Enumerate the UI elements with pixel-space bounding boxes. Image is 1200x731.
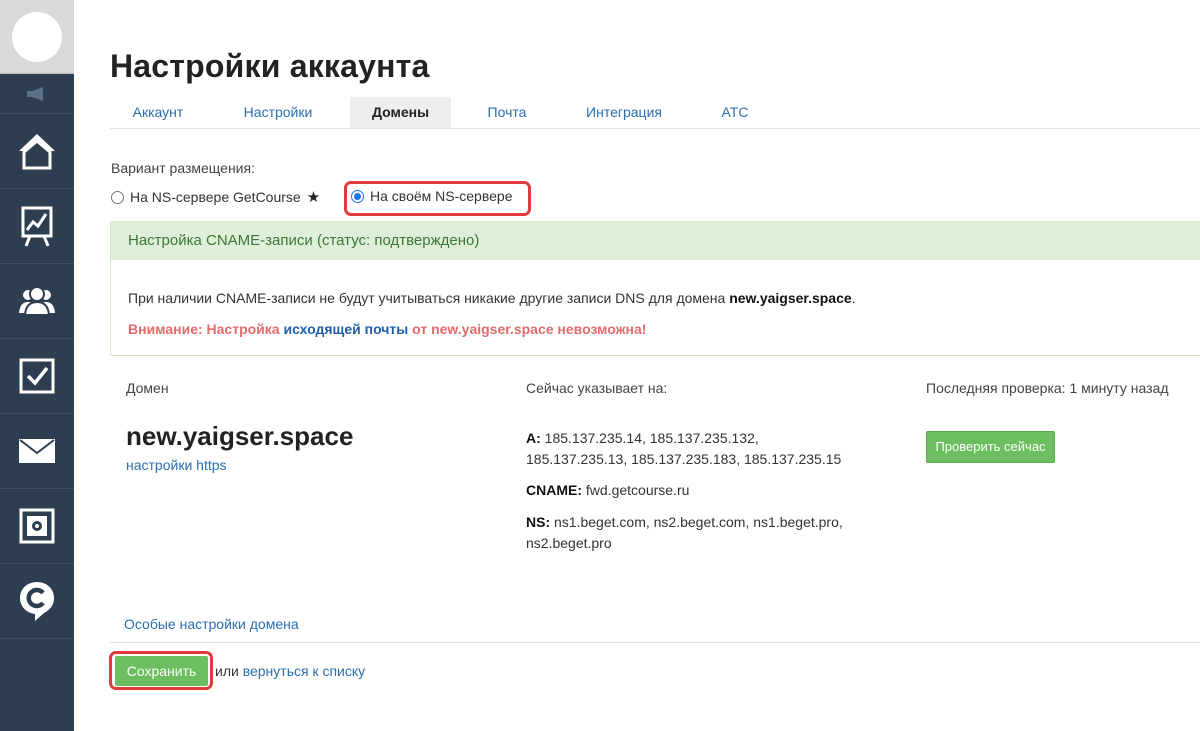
radio-label: На NS-сервере GetCourse	[130, 189, 301, 205]
checkbox-icon	[19, 358, 55, 394]
outgoing-mail-link[interactable]: исходящей почты	[283, 321, 408, 337]
tab-account[interactable]: Аккаунт	[110, 97, 206, 128]
cname-panel: Настройка CNAME-записи (статус: подтверж…	[110, 221, 1200, 356]
dns-ns-label: NS:	[526, 514, 551, 530]
check-now-button[interactable]: Проверить сейчас	[926, 431, 1055, 463]
sidebar-item-brand[interactable]	[0, 564, 74, 639]
tab-integration[interactable]: Интеграция	[565, 97, 683, 128]
divider	[110, 642, 1200, 643]
sidebar-item-mail[interactable]	[0, 414, 74, 489]
tab-bar: Аккаунт Настройки Домены Почта Интеграци…	[110, 97, 1200, 129]
dns-a-label: A:	[526, 430, 541, 446]
sidebar	[0, 0, 74, 731]
envelope-icon	[19, 439, 55, 463]
back-to-list: или вернуться к списку	[215, 663, 365, 679]
https-settings-link[interactable]: настройки https	[126, 457, 227, 473]
tab-domains[interactable]: Домены	[350, 97, 451, 128]
sidebar-profile[interactable]	[0, 0, 74, 74]
cname-header: Настройка CNAME-записи (статус: подтверж…	[111, 222, 1200, 260]
star-icon: ★	[306, 189, 321, 206]
sidebar-item-home[interactable]	[0, 114, 74, 189]
radio-own-ns[interactable]: На своём NS-сервере	[351, 188, 512, 204]
save-button[interactable]: Сохранить	[115, 656, 208, 686]
column-last-check: Последняя проверка: 1 минуту назад	[926, 380, 1169, 396]
sidebar-notifications[interactable]	[0, 74, 74, 114]
tab-pbx[interactable]: АТС	[705, 97, 765, 128]
radio-label: На своём NS-сервере	[370, 188, 513, 204]
home-icon	[19, 134, 55, 170]
placement-label: Вариант размещения:	[111, 160, 255, 176]
megaphone-icon	[27, 87, 43, 101]
sidebar-item-stats[interactable]	[0, 189, 74, 264]
or-text: или	[215, 663, 243, 679]
cname-notice-period: .	[851, 290, 856, 306]
cname-notice-domain: new.yaigser.space	[729, 290, 852, 306]
radio-button-selected[interactable]	[351, 189, 364, 203]
dns-cname-value: fwd.getcourse.ru	[585, 482, 690, 498]
cname-notice: При наличии CNAME-записи не будут учитыв…	[128, 290, 856, 306]
dns-cname-record: CNAME: fwd.getcourse.ru	[526, 480, 856, 501]
warning-text: Внимание: Настройка	[128, 321, 284, 337]
getcourse-logo-icon	[20, 582, 54, 621]
users-icon	[19, 286, 55, 316]
dns-ns-value: ns1.beget.com, ns2.beget.com, ns1.beget.…	[526, 514, 843, 551]
cname-warning: Внимание: Настройка исходящей почты от n…	[128, 321, 646, 337]
page-title: Настройки аккаунта	[110, 48, 430, 84]
back-to-list-link[interactable]: вернуться к списку	[243, 663, 365, 679]
dns-cname-label: CNAME:	[526, 482, 582, 498]
avatar[interactable]	[12, 12, 62, 62]
radio-getcourse-ns[interactable]: На NS-сервере GetCourse ★	[111, 188, 320, 206]
column-domain: Домен	[126, 380, 169, 396]
cname-notice-text: При наличии CNAME-записи не будут учитыв…	[128, 290, 730, 306]
tab-mail[interactable]: Почта	[470, 97, 544, 128]
domain-name: new.yaigser.space	[126, 421, 354, 451]
chart-board-icon	[21, 206, 53, 247]
warning-text-end: от new.yaigser.space невозможна!	[408, 321, 647, 337]
sidebar-item-tasks[interactable]	[0, 339, 74, 414]
dns-ns-record: NS: ns1.beget.com, ns2.beget.com, ns1.be…	[526, 512, 856, 554]
column-points-to: Сейчас указывает на:	[526, 380, 668, 396]
dns-a-record: A: 185.137.235.14, 185.137.235.132, 185.…	[526, 428, 856, 470]
special-domain-settings-link[interactable]: Особые настройки домена	[124, 616, 299, 632]
sidebar-item-users[interactable]	[0, 264, 74, 339]
dns-a-value: 185.137.235.14, 185.137.235.132, 185.137…	[526, 430, 842, 467]
sidebar-item-settings[interactable]	[0, 489, 74, 564]
radio-button[interactable]	[111, 190, 124, 204]
gear-box-icon	[19, 508, 55, 544]
tab-settings[interactable]: Настройки	[222, 97, 334, 128]
